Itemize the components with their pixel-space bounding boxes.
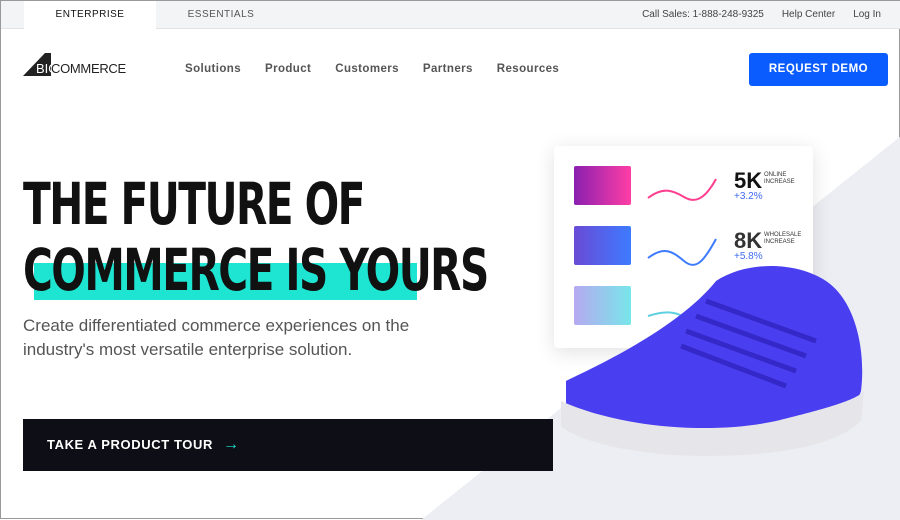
hero-title: THE FUTURE OF COMMERCE IS YOURS <box>23 170 489 304</box>
top-bar: ENTERPRISE ESSENTIALS Call Sales: 1-888-… <box>1 1 900 30</box>
tab-essentials[interactable]: ESSENTIALS <box>161 1 281 30</box>
hero-title-line2: COMMERCE IS YOURS <box>23 236 489 304</box>
pink-shoe-thumbnail <box>574 166 631 205</box>
product-tour-button[interactable]: TAKE A PRODUCT TOUR → <box>23 419 553 471</box>
tour-label: TAKE A PRODUCT TOUR <box>47 437 213 452</box>
login-link[interactable]: Log In <box>853 1 881 29</box>
online-stat-change: +3.2% <box>734 191 763 202</box>
online-stat-label: ONLINE INCREASE <box>764 172 795 185</box>
blue-sneaker-image <box>561 266 864 456</box>
help-center-link[interactable]: Help Center <box>782 1 835 29</box>
nav-partners[interactable]: Partners <box>423 63 473 75</box>
logo-commerce: COMMERCE <box>51 61 126 76</box>
wholesale-stat-label: WHOLESALE INCREASE <box>764 232 802 245</box>
hero-title-line1: THE FUTURE OF <box>23 170 365 238</box>
nav-solutions[interactable]: Solutions <box>185 63 241 75</box>
nav-product[interactable]: Product <box>265 63 311 75</box>
nav-resources[interactable]: Resources <box>497 63 559 75</box>
arrow-right-icon: → <box>222 436 240 453</box>
nav-customers[interactable]: Customers <box>335 63 399 75</box>
main-nav: Solutions Product Customers Partners Res… <box>185 63 559 75</box>
bigcommerce-logo[interactable]: BIG COMMERCE <box>23 53 133 77</box>
tab-enterprise[interactable]: ENTERPRISE <box>24 1 156 30</box>
request-demo-button[interactable]: REQUEST DEMO <box>749 53 888 86</box>
call-sales-link[interactable]: Call Sales: 1-888-248-9325 <box>642 1 764 29</box>
hero-subtitle: Create differentiated commerce experienc… <box>23 316 410 359</box>
